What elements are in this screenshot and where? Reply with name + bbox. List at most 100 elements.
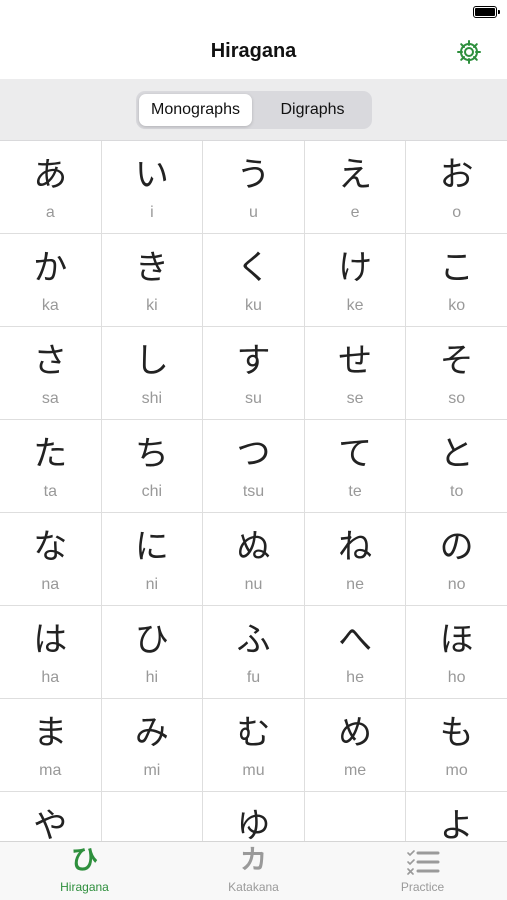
romaji-label: u [249, 204, 258, 221]
kana-cell[interactable]: や [0, 792, 102, 841]
kana-cell [305, 792, 407, 841]
kana-character: そ [439, 341, 474, 381]
kana-character: ぬ [236, 527, 271, 567]
romaji-label: shi [141, 390, 163, 407]
romaji-label: su [245, 390, 262, 407]
monographs-segment[interactable]: Monographs [139, 94, 252, 126]
romaji-label: mi [143, 762, 161, 779]
kana-cell[interactable]: ゆ [203, 792, 305, 841]
kana-cell[interactable]: ふ fu [203, 606, 305, 698]
kana-cell[interactable]: えe [305, 141, 407, 233]
kana-character: の [439, 527, 474, 567]
kana-cell[interactable]: ち chi [102, 420, 204, 512]
kana-cell[interactable]: つ tsu [203, 420, 305, 512]
kana-character: か [33, 248, 68, 288]
kana-cell[interactable]: も mo [406, 699, 507, 791]
kana-cell[interactable]: み mi [102, 699, 204, 791]
checklist-icon [406, 850, 439, 875]
kana-cell[interactable]: うu [203, 141, 305, 233]
kana-cell[interactable]: いi [102, 141, 204, 233]
romaji-label: o [452, 204, 462, 221]
grid-row: は ha ひ hi ふ fu へ he ほ ho [0, 606, 507, 699]
romaji-label: fu [246, 669, 261, 686]
kana-character: け [338, 248, 373, 288]
kana-cell[interactable]: む mu [203, 699, 305, 791]
kana-character: は [33, 620, 68, 660]
romaji-label: ta [43, 483, 57, 500]
tab-katakana[interactable]: カ Katakana [169, 842, 338, 900]
romaji-label: nu [244, 576, 263, 593]
kana-cell[interactable]: せ se [305, 327, 407, 419]
kana-cell[interactable]: こ ko [406, 234, 507, 326]
kana-cell[interactable]: おo [406, 141, 507, 233]
romaji-label: chi [141, 483, 163, 500]
romaji-label: te [348, 483, 362, 500]
kana-cell[interactable]: ほ ho [406, 606, 507, 698]
kana-character: へ [338, 620, 373, 660]
kana-character: ゆ [236, 806, 271, 841]
page-title: Hiragana [210, 40, 297, 62]
kana-cell[interactable]: と to [406, 420, 507, 512]
romaji-label: ku [245, 297, 262, 314]
romaji-label: me [343, 762, 367, 779]
romaji-label: ka [41, 297, 59, 314]
kana-cell[interactable]: へ he [305, 606, 407, 698]
kana-cell[interactable]: さ sa [0, 327, 102, 419]
kana-cell[interactable]: く ku [203, 234, 305, 326]
kana-cell[interactable]: す su [203, 327, 305, 419]
kana-cell[interactable]: の no [406, 513, 507, 605]
romaji-label: mo [445, 762, 468, 779]
kana-character: み [134, 713, 169, 753]
romaji-label: se [346, 390, 364, 407]
digraphs-segment[interactable]: Digraphs [256, 94, 369, 126]
romaji-label: ne [346, 576, 364, 593]
romaji-label: ko [448, 297, 466, 314]
romaji-label: ke [346, 297, 364, 314]
romaji-label: ki [146, 297, 158, 314]
kana-cell[interactable]: ね ne [305, 513, 407, 605]
romaji-label: mu [242, 762, 265, 779]
kana-character: や [33, 806, 68, 841]
kana-character: て [338, 434, 373, 474]
kana-character: せ [338, 341, 373, 381]
romaji-label: to [450, 483, 464, 500]
kana-character: た [33, 434, 68, 474]
romaji-label: no [447, 576, 466, 593]
kana-cell[interactable]: な na [0, 513, 102, 605]
kana-character: ね [338, 527, 373, 567]
kana-cell[interactable]: た ta [0, 420, 102, 512]
romaji-label: i [150, 204, 154, 221]
romaji-label: ni [145, 576, 159, 593]
kana-cell[interactable]: け ke [305, 234, 407, 326]
grid-row: あaいiうuえeおo [0, 141, 507, 234]
kana-cell[interactable]: は ha [0, 606, 102, 698]
grid-row: さ sa し shi す su せ se そ so [0, 327, 507, 420]
kana-cell[interactable]: き ki [102, 234, 204, 326]
romaji-label: tsu [242, 483, 265, 500]
kana-cell[interactable]: に ni [102, 513, 204, 605]
kana-character: ち [134, 434, 169, 474]
hiragana-tab-icon: ひ [71, 845, 98, 876]
romaji-label: so [448, 390, 466, 407]
kana-cell[interactable]: ぬ nu [203, 513, 305, 605]
romaji-label: ho [447, 669, 466, 686]
status-bar [0, 0, 507, 26]
settings-button[interactable] [455, 38, 483, 66]
kana-cell[interactable]: あa [0, 141, 102, 233]
tab-hiragana[interactable]: ひ Hiragana [0, 842, 169, 900]
kana-cell[interactable]: そ so [406, 327, 507, 419]
kana-cell[interactable]: か ka [0, 234, 102, 326]
kana-cell[interactable]: ま ma [0, 699, 102, 791]
tab-practice[interactable]: Practice [338, 842, 507, 900]
kana-character: に [134, 527, 169, 567]
kana-cell[interactable]: め me [305, 699, 407, 791]
kana-cell[interactable]: よ [406, 792, 507, 841]
romaji-label: ha [41, 669, 60, 686]
navigation-bar: Hiragana [0, 26, 507, 79]
kana-cell[interactable]: し shi [102, 327, 204, 419]
kana-cell[interactable]: ひ hi [102, 606, 204, 698]
kana-character: え [338, 155, 373, 195]
kana-character: う [236, 155, 271, 195]
kana-cell[interactable]: て te [305, 420, 407, 512]
tab-label-practice: Practice [400, 880, 445, 894]
